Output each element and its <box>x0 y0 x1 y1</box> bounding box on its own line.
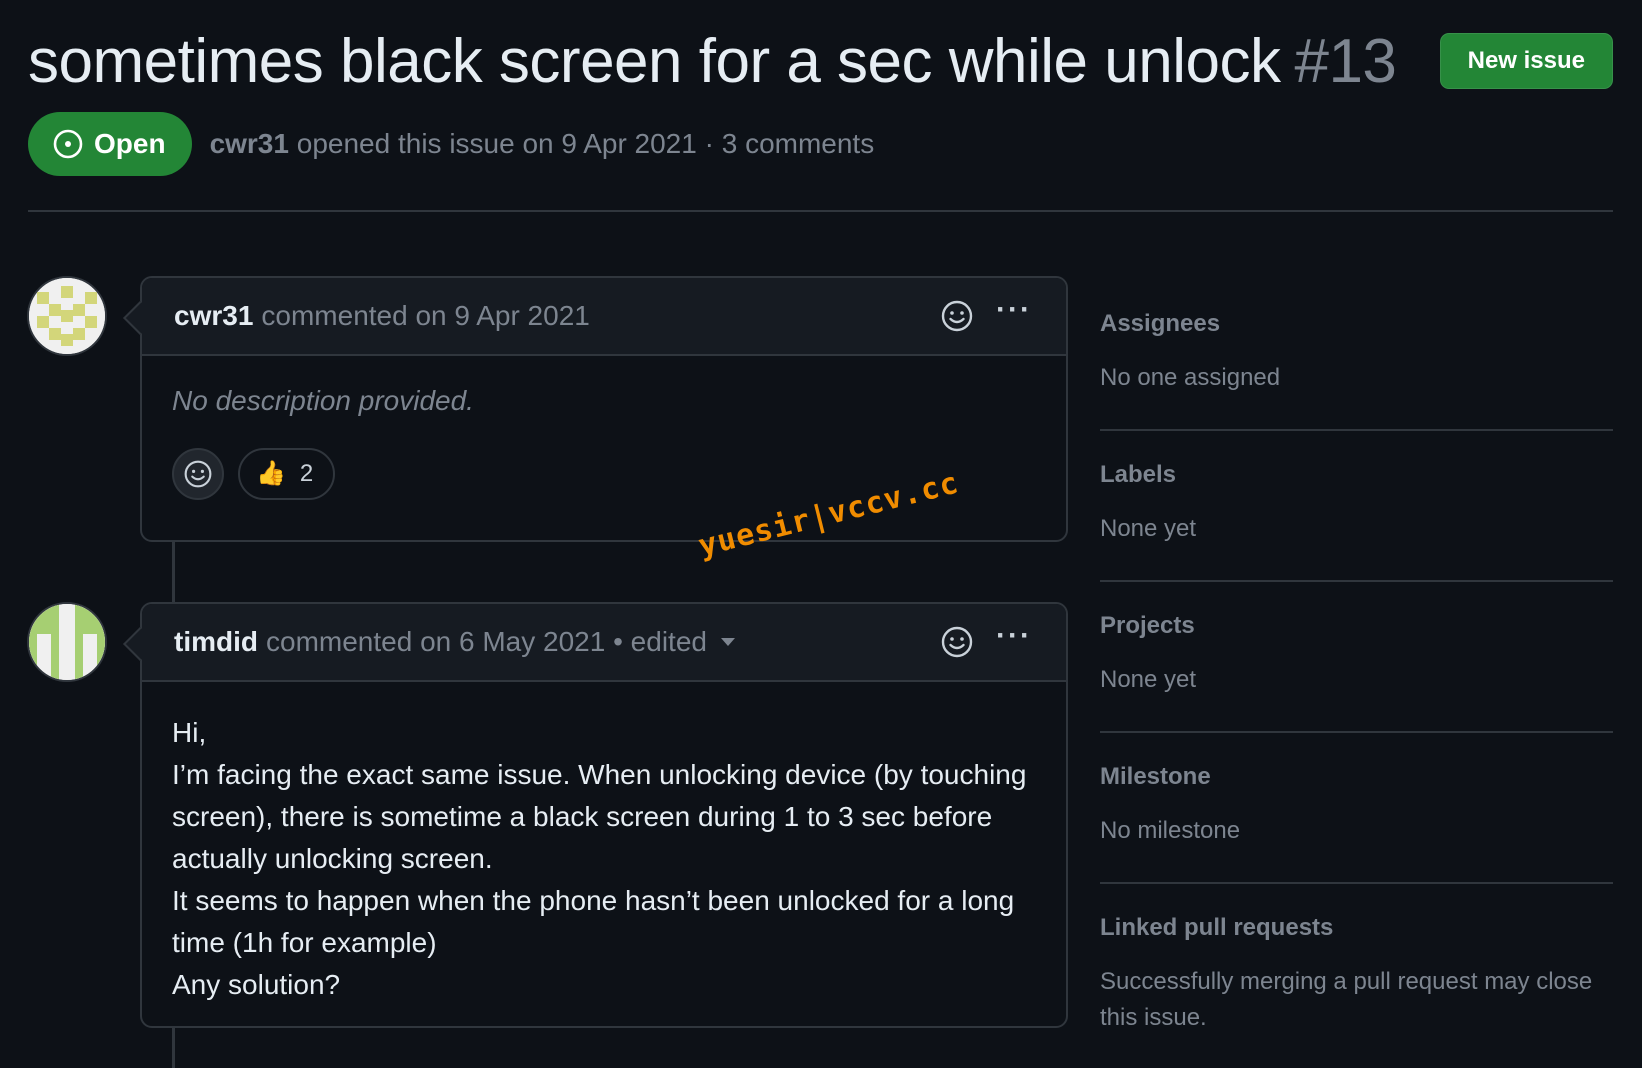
sidebar-projects-value: None yet <box>1100 666 1197 693</box>
comment-header: cwr31 commented on 9 Apr 2021 ··· <box>142 278 1066 356</box>
issue-meta: Open cwr31 opened this issue on 9 Apr 20… <box>28 112 1613 176</box>
comment-author-link[interactable]: timdid <box>174 626 258 658</box>
sidebar-milestone-label[interactable]: Milestone <box>1100 763 1613 791</box>
issue-title-text: sometimes black screen for a sec while u… <box>28 26 1281 96</box>
comment-header: timdid commented on 6 May 2021 • edited … <box>142 604 1066 682</box>
edit-history-dropdown-icon[interactable] <box>720 638 735 646</box>
title-row: sometimes black screen for a sec while u… <box>28 18 1613 104</box>
reaction-count: 2 <box>299 460 314 487</box>
sidebar-linked-prs-label[interactable]: Linked pull requests <box>1100 914 1613 942</box>
comment-meta[interactable]: commented on 9 Apr 2021 <box>261 300 589 332</box>
thumbs-up-reaction[interactable]: 👍 2 <box>238 448 336 500</box>
issue-number: #13 <box>1294 26 1397 96</box>
status-badge: Open <box>28 112 192 176</box>
sidebar-milestone-value: No milestone <box>1100 817 1241 844</box>
avatar-cwr31[interactable] <box>27 276 107 356</box>
header-divider <box>28 210 1613 212</box>
comment-line: I’m facing the exact same issue. When un… <box>172 759 1027 874</box>
issue-opened-text: opened this issue on 9 Apr 2021 · 3 comm… <box>296 128 875 159</box>
thumbs-up-icon: 👍 <box>256 460 286 487</box>
kebab-menu-icon[interactable]: ··· <box>996 295 1032 337</box>
add-reaction-icon[interactable] <box>940 299 974 333</box>
issue-author-link[interactable]: cwr31 <box>210 128 289 159</box>
issue-header: sometimes black screen for a sec while u… <box>28 18 1613 176</box>
kebab-menu-icon[interactable]: ··· <box>996 621 1032 663</box>
identicon-cwr31 <box>29 278 105 354</box>
sidebar-linked-prs: Linked pull requests Successfully mergin… <box>1100 884 1613 1066</box>
issue-sidebar: Assignees No one assigned Labels None ye… <box>1100 280 1613 1066</box>
sidebar-labels-value: None yet <box>1100 515 1197 542</box>
sidebar-projects-label[interactable]: Projects <box>1100 612 1613 640</box>
add-reaction-icon[interactable] <box>940 625 974 659</box>
add-reaction-button[interactable] <box>172 448 224 500</box>
sidebar-labels: Labels None yet <box>1100 431 1613 582</box>
comment-line: Any solution? <box>172 969 341 1000</box>
comment-meta[interactable]: commented on 6 May 2021 • edited <box>266 626 707 658</box>
comment-2: timdid commented on 6 May 2021 • edited … <box>140 602 1068 1028</box>
comment-actions: ··· <box>940 278 1032 354</box>
issue-opened-meta: cwr31 opened this issue on 9 Apr 2021 · … <box>210 128 875 160</box>
sidebar-assignees: Assignees No one assigned <box>1100 280 1613 431</box>
comment-author-link[interactable]: cwr31 <box>174 300 253 332</box>
status-badge-label: Open <box>94 128 166 159</box>
comment-line: It seems to happen when the phone hasn’t… <box>172 885 1015 958</box>
comment-body: Hi, I’m facing the exact same issue. Whe… <box>142 682 1066 1036</box>
issue-title: sometimes black screen for a sec while u… <box>28 26 1397 97</box>
smiley-icon <box>184 460 212 488</box>
comment-line: Hi, <box>172 717 207 748</box>
identicon-timdid <box>29 604 105 680</box>
sidebar-assignees-label[interactable]: Assignees <box>1100 310 1613 338</box>
sidebar-milestone: Milestone No milestone <box>1100 733 1613 884</box>
sidebar-projects: Projects None yet <box>1100 582 1613 733</box>
comment-placeholder: No description provided. <box>172 385 474 416</box>
issue-opened-icon <box>53 129 83 159</box>
sidebar-labels-label[interactable]: Labels <box>1100 461 1613 489</box>
new-issue-button[interactable]: New issue <box>1439 33 1613 89</box>
avatar-timdid[interactable] <box>27 602 107 682</box>
comment-actions: ··· <box>940 604 1032 680</box>
sidebar-assignees-value: No one assigned <box>1100 364 1281 391</box>
sidebar-linked-prs-value: Successfully merging a pull request may … <box>1100 968 1593 1031</box>
